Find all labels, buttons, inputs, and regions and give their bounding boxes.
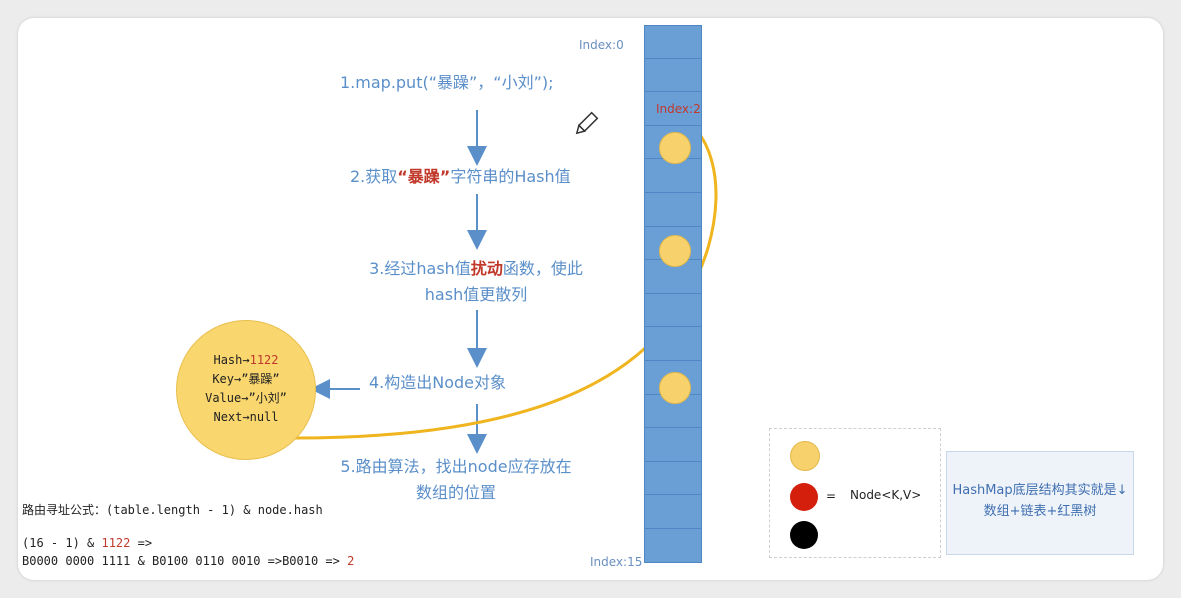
node-key: Key→”暴躁” bbox=[212, 372, 280, 386]
legend-node-label: Node<K,V> bbox=[850, 488, 922, 502]
array-node-dot bbox=[659, 372, 691, 404]
index-2-label: Index:2 bbox=[656, 102, 701, 116]
legend-yellow-dot bbox=[790, 441, 820, 471]
array-cell bbox=[644, 327, 702, 361]
node-hash-label: Hash→ bbox=[213, 353, 250, 367]
summary-line-1: HashMap底层结构其实就是↓ bbox=[952, 483, 1128, 498]
array-cell bbox=[644, 58, 702, 93]
formula-line-2-pre: B0000 0000 1111 & B0100 0110 0010 =>B001… bbox=[22, 554, 348, 568]
node-hash: Hash→1122 bbox=[177, 351, 315, 370]
node-hash-value: 1122 bbox=[249, 353, 279, 367]
node-object: Hash→1122 Key→”暴躁” Value→”小刘” Next→null bbox=[176, 320, 316, 460]
summary-line-2: 数组+链表+红黑树 bbox=[983, 504, 1097, 519]
array-cell bbox=[644, 528, 702, 563]
array-cell bbox=[644, 461, 702, 496]
legend-red-dot bbox=[790, 483, 818, 511]
index-top-label: Index:0 bbox=[579, 38, 624, 52]
formula-title: 路由寻址公式：(table.length - 1) & node.hash bbox=[22, 503, 323, 517]
formula-line-1: (16 - 1) & 1122 => bbox=[22, 536, 152, 550]
array-cell bbox=[644, 293, 702, 328]
array-cell bbox=[644, 428, 702, 462]
array-cell bbox=[644, 25, 702, 59]
array-node-dot bbox=[659, 132, 691, 164]
formula-line-1-num: 1122 bbox=[101, 536, 131, 550]
summary-box: HashMap底层结构其实就是↓ 数组+链表+红黑树 bbox=[946, 451, 1134, 555]
legend: = Node<K,V> bbox=[769, 428, 941, 558]
pencil-cursor-icon bbox=[575, 111, 599, 135]
legend-equals: = bbox=[826, 489, 837, 503]
formula-line-1-pre: (16 - 1) & bbox=[22, 536, 102, 550]
formula-line-2: B0000 0000 1111 & B0100 0110 0010 =>B001… bbox=[22, 554, 354, 568]
formula-line-1-post: => bbox=[130, 536, 153, 550]
array-cell bbox=[644, 159, 702, 193]
legend-black-dot bbox=[790, 521, 818, 549]
formula-line-2-num: 2 bbox=[347, 554, 355, 568]
node-value: Value→”小刘” bbox=[205, 391, 287, 405]
node-next: Next→null bbox=[213, 410, 279, 424]
slide: 1.map.put(“暴躁”，“小刘”); 2.获取“暴躁”字符串的Hash值 … bbox=[18, 18, 1163, 580]
array-node-dot bbox=[659, 235, 691, 267]
index-bottom-label: Index:15 bbox=[590, 555, 643, 569]
array-cell bbox=[644, 192, 702, 227]
array-cell bbox=[644, 495, 702, 529]
